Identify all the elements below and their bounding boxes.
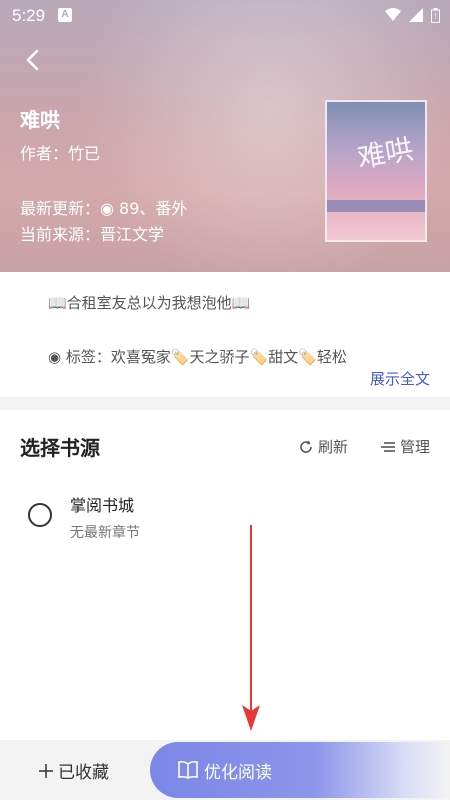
cover-band	[327, 200, 425, 212]
source-section: 选择书源 刷新 管理 掌阅书城 无最新章节	[0, 410, 450, 740]
status-icons: !	[385, 7, 440, 23]
book-icon	[178, 761, 198, 779]
battery-icon: !	[431, 7, 440, 23]
notification-badge: A	[58, 8, 72, 22]
plus-icon	[39, 763, 53, 778]
svg-text:!: !	[434, 12, 436, 21]
source-name[interactable]: 掌阅书城	[70, 492, 134, 516]
book-intro: 📖合租室友总以为我想泡他📖 ◉ 标签：欢喜冤家🏷️天之骄子🏷️甜文🏷️轻松 展示…	[0, 272, 450, 397]
list-icon	[381, 441, 395, 452]
show-all-link[interactable]: 展示全文	[370, 368, 430, 389]
intro-tags: ◉ 标签：欢喜冤家🏷️天之骄子🏷️甜文🏷️轻松	[48, 348, 347, 366]
section-title: 选择书源	[20, 436, 100, 460]
cover-title: 难哄	[354, 132, 416, 175]
signal-icon	[409, 8, 423, 22]
read-label: 优化阅读	[204, 762, 272, 783]
bottom-bar: 已收藏 优化阅读	[0, 740, 450, 800]
wifi-icon	[385, 8, 401, 21]
collect-label: 已收藏	[58, 763, 109, 783]
read-button[interactable]: 优化阅读	[150, 742, 450, 798]
book-cover[interactable]: 难哄	[325, 100, 427, 242]
manage-button[interactable]: 管理	[380, 436, 430, 457]
source-radio[interactable]	[28, 503, 52, 527]
collect-button[interactable]: 已收藏	[38, 758, 109, 783]
latest-update: 最新更新：◉ 89、番外	[20, 199, 188, 218]
refresh-icon	[300, 440, 312, 453]
source-latest-chapter: 无最新章节	[70, 525, 140, 541]
refresh-label: 刷新	[318, 438, 349, 456]
chevron-left-icon	[26, 49, 39, 71]
current-source: 当前来源：晋江文学	[20, 225, 165, 244]
book-title: 难哄	[20, 108, 60, 132]
status-time: 5:29	[12, 6, 46, 25]
book-author: 作者：竹已	[20, 144, 101, 163]
manage-label: 管理	[400, 438, 431, 456]
back-button[interactable]	[18, 46, 46, 74]
refresh-button[interactable]: 刷新	[298, 436, 348, 457]
annotation-arrow	[242, 525, 260, 731]
intro-summary: 📖合租室友总以为我想泡他📖	[48, 294, 251, 312]
status-bar: 5:29 A !	[0, 0, 450, 30]
book-header: 5:29 A ! 难哄 作者：竹已 最新更新：◉ 89、番外 当前来源：晋江文学…	[0, 0, 450, 272]
